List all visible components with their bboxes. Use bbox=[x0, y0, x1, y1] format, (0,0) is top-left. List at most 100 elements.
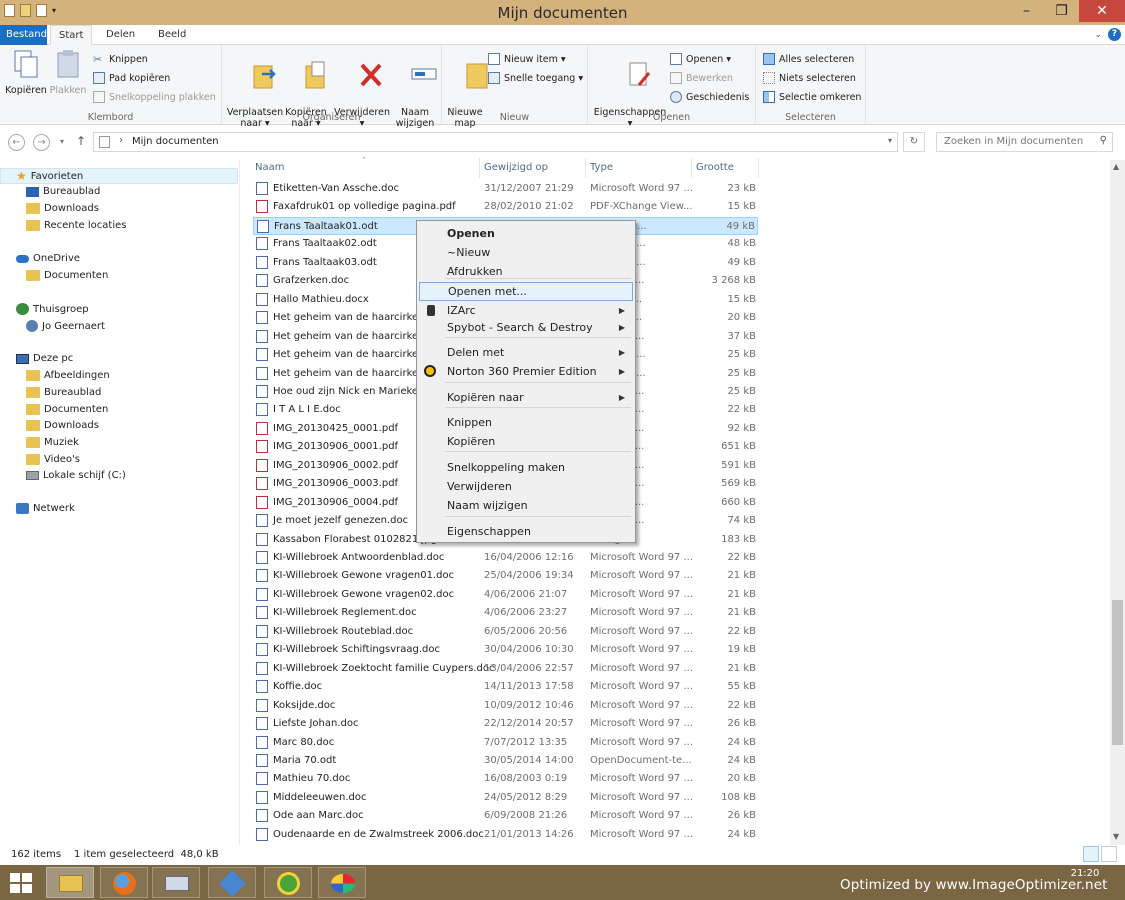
close-button[interactable]: ✕ bbox=[1079, 0, 1125, 22]
nav-homegroup[interactable]: Thuisgroep bbox=[16, 303, 89, 315]
nav-pc-afbeeldingen[interactable]: Afbeeldingen bbox=[26, 370, 110, 381]
table-row[interactable]: Maria 70.odt 30/05/2014 14:00 OpenDocument… bbox=[253, 752, 758, 770]
tab-beeld[interactable]: Beeld bbox=[150, 25, 194, 45]
taskbar-explorer[interactable] bbox=[46, 867, 94, 898]
table-row[interactable]: Etiketten-Van Assche.doc 31/12/2007 21:29… bbox=[253, 180, 758, 198]
search-icon[interactable]: ⚲ bbox=[1100, 135, 1107, 146]
windows-start-icon[interactable] bbox=[10, 873, 32, 893]
nav-homegroup-user[interactable]: Jo Geernaert bbox=[26, 320, 105, 332]
column-header-name[interactable]: Naam bbox=[255, 162, 284, 173]
select-none-button[interactable]: Niets selecteren bbox=[763, 72, 856, 84]
nav-onedrive[interactable]: OneDrive bbox=[16, 253, 80, 264]
up-icon[interactable]: ↑ bbox=[76, 134, 86, 148]
paste-button[interactable]: Plakken bbox=[48, 49, 88, 96]
menu-item-nieuw[interactable]: ~Nieuw bbox=[419, 243, 633, 262]
table-row[interactable]: Mathieu 70.doc 16/08/2003 0:19 Microsoft W… bbox=[253, 770, 758, 788]
tab-delen[interactable]: Delen bbox=[98, 25, 143, 45]
table-row[interactable]: Koffie.doc 14/11/2013 17:58 Microsoft Word… bbox=[253, 678, 758, 696]
table-row[interactable]: Marc 80.doc 7/07/2012 13:35 Microsoft Word… bbox=[253, 734, 758, 752]
taskbar-scanner[interactable] bbox=[152, 867, 200, 898]
copy-path-button[interactable]: Pad kopiëren bbox=[93, 72, 170, 84]
menu-item-snelkoppeling[interactable]: Snelkoppeling maken bbox=[419, 458, 633, 477]
nav-pc-documenten[interactable]: Documenten bbox=[26, 404, 108, 415]
large-icons-view-icon[interactable] bbox=[1101, 846, 1117, 862]
table-row[interactable]: Faxafdruk01 op volledige pagina.pdf 28/02… bbox=[253, 198, 758, 216]
table-row[interactable]: KI-Willebroek Zoektocht familie Cuypers.… bbox=[253, 660, 758, 678]
minimize-button[interactable]: – bbox=[1009, 0, 1044, 22]
taskbar-app[interactable] bbox=[208, 867, 256, 898]
invert-selection-button[interactable]: Selectie omkeren bbox=[763, 91, 861, 103]
menu-item-knippen[interactable]: Knippen bbox=[419, 413, 633, 432]
nav-pc-local-disk[interactable]: Lokale schijf (C:) bbox=[26, 470, 126, 481]
easy-access-button[interactable]: Snelle toegang ▾ bbox=[488, 72, 583, 84]
table-row[interactable]: KI-Willebroek Routeblad.doc 6/05/2006 20:… bbox=[253, 623, 758, 641]
nav-pc-downloads[interactable]: Downloads bbox=[26, 420, 99, 431]
nav-pc-muziek[interactable]: Muziek bbox=[26, 437, 79, 448]
document-file-icon bbox=[256, 182, 268, 195]
forward-button[interactable]: → bbox=[33, 134, 50, 151]
cut-button[interactable]: ✂ Knippen bbox=[93, 53, 148, 66]
nav-favorites[interactable]: ★ Favorieten bbox=[16, 169, 83, 183]
menu-item-kopieren-naar[interactable]: Kopiëren naar ▶ bbox=[419, 388, 633, 407]
nav-pc-bureaublad[interactable]: Bureaublad bbox=[26, 387, 101, 398]
nav-pc-videos[interactable]: Video's bbox=[26, 454, 80, 465]
menu-item-verwijderen[interactable]: Verwijderen bbox=[419, 477, 633, 496]
nav-network[interactable]: Netwerk bbox=[16, 503, 75, 514]
column-header-type[interactable]: Type bbox=[590, 162, 613, 173]
menu-item-norton[interactable]: Norton 360 Premier Edition ▶ bbox=[419, 362, 633, 381]
table-row[interactable]: Middeleeuwen.doc 24/05/2012 8:29 Microsoft… bbox=[253, 789, 758, 807]
paste-shortcut-button[interactable]: Snelkoppeling plakken bbox=[93, 91, 216, 103]
details-view-icon[interactable] bbox=[1083, 846, 1099, 862]
menu-item-spybot[interactable]: Spybot - Search & Destroy ▶ bbox=[419, 318, 633, 337]
tab-bestand[interactable]: Bestand bbox=[0, 25, 47, 45]
scroll-up-icon[interactable]: ▲ bbox=[1113, 162, 1119, 171]
history-button[interactable]: Geschiedenis bbox=[670, 91, 749, 103]
menu-item-delen-met[interactable]: Delen met ▶ bbox=[419, 343, 633, 362]
column-header-modified[interactable]: Gewijzigd op bbox=[484, 162, 548, 173]
chevron-down-icon[interactable]: ▾ bbox=[888, 136, 892, 145]
table-row[interactable]: KI-Willebroek Gewone vragen01.doc 25/04/2… bbox=[253, 567, 758, 585]
help-icon[interactable]: ? bbox=[1108, 28, 1121, 41]
table-row[interactable]: Liefste Johan.doc 22/12/2014 20:57 Microso… bbox=[253, 715, 758, 733]
breadcrumb[interactable]: Mijn documenten bbox=[132, 136, 219, 147]
table-row[interactable]: Ode aan Marc.doc 6/09/2008 21:26 Microsoft… bbox=[253, 807, 758, 825]
submenu-arrow-icon: ▶ bbox=[618, 323, 625, 332]
scroll-down-icon[interactable]: ▼ bbox=[1113, 832, 1119, 841]
back-button[interactable]: ← bbox=[8, 134, 25, 151]
open-button[interactable]: Openen ▾ bbox=[670, 53, 731, 65]
select-all-button[interactable]: Alles selecteren bbox=[763, 53, 854, 65]
taskbar-green-app[interactable] bbox=[264, 867, 312, 898]
menu-item-kopieren[interactable]: Kopiëren bbox=[419, 432, 633, 451]
taskbar-firefox[interactable] bbox=[100, 867, 148, 898]
expand-ribbon-icon[interactable]: ⌄ bbox=[1094, 30, 1102, 40]
scrollbar-thumb[interactable] bbox=[1112, 600, 1123, 745]
menu-item-naam-wijzigen[interactable]: Naam wijzigen bbox=[419, 496, 633, 515]
maximize-button[interactable]: ❐ bbox=[1044, 0, 1079, 22]
tab-start[interactable]: Start bbox=[50, 25, 93, 45]
refresh-button[interactable]: ↻ bbox=[903, 132, 925, 152]
edit-button[interactable]: Bewerken bbox=[670, 72, 733, 84]
table-row[interactable]: KI-Willebroek Gewone vragen02.doc 4/06/20… bbox=[253, 586, 758, 604]
menu-item-openen[interactable]: Openen bbox=[419, 224, 633, 243]
nav-bureaublad[interactable]: Bureaublad bbox=[26, 186, 100, 197]
nav-onedrive-documenten[interactable]: Documenten bbox=[26, 270, 108, 281]
nav-this-pc[interactable]: Deze pc bbox=[16, 353, 73, 364]
table-row[interactable]: Koksijde.doc 10/09/2012 10:46 Microsoft Wo… bbox=[253, 697, 758, 715]
nav-recent[interactable]: Recente locaties bbox=[26, 220, 126, 231]
menu-item-eigenschappen[interactable]: Eigenschappen bbox=[419, 522, 633, 541]
table-row[interactable]: KI-Willebroek Reglement.doc 4/06/2006 23:… bbox=[253, 604, 758, 622]
new-item-button[interactable]: Nieuw item ▾ bbox=[488, 53, 566, 65]
recent-locations-icon[interactable]: ▾ bbox=[60, 137, 64, 146]
nav-downloads[interactable]: Downloads bbox=[26, 203, 99, 214]
address-box[interactable]: › Mijn documenten ▾ bbox=[93, 132, 898, 152]
title-bar: ▾ Mijn documenten – ❐ ✕ bbox=[0, 0, 1125, 25]
copy-button[interactable]: Kopiëren bbox=[4, 49, 48, 96]
table-row[interactable]: KI-Willebroek Antwoordenblad.doc 16/04/20… bbox=[253, 549, 758, 567]
search-input[interactable]: Zoeken in Mijn documenten ⚲ bbox=[936, 132, 1113, 152]
vertical-scrollbar[interactable]: ▲ ▼ bbox=[1110, 160, 1125, 845]
table-row[interactable]: Oudenaarde en de Zwalmstreek 2006.doc 21/… bbox=[253, 826, 758, 844]
menu-item-openen-met[interactable]: Openen met... bbox=[419, 282, 633, 301]
table-row[interactable]: KI-Willebroek Schiftingsvraag.doc 30/04/2… bbox=[253, 641, 758, 659]
taskbar-paint[interactable] bbox=[318, 867, 366, 898]
column-header-size[interactable]: Grootte bbox=[696, 162, 734, 173]
